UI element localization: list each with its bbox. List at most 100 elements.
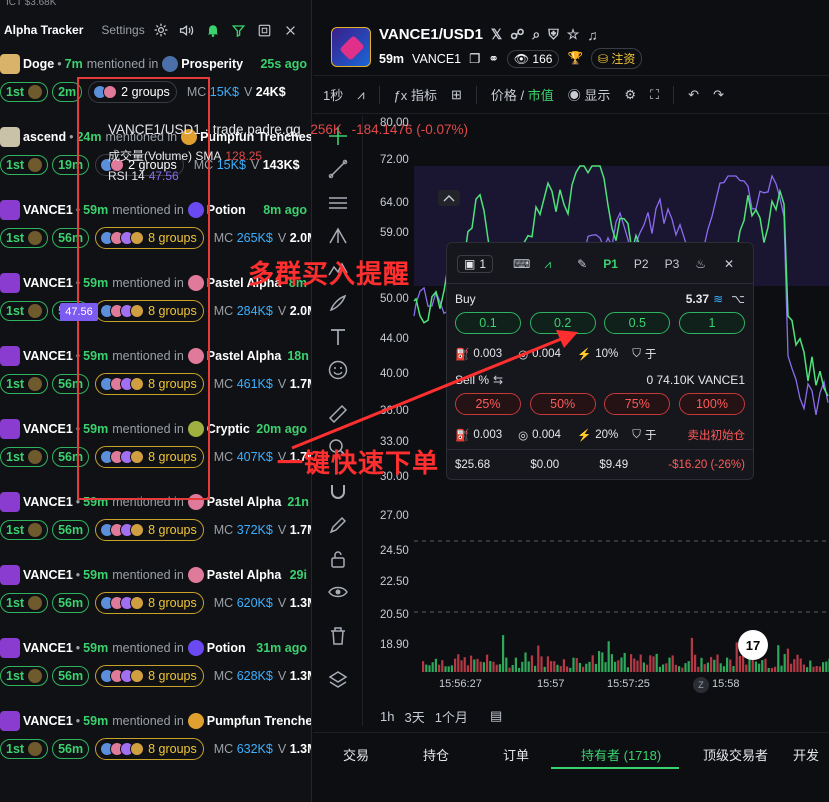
tab-count-button[interactable]: ▣ 1 xyxy=(457,255,494,273)
rank-pill[interactable]: 1st xyxy=(0,374,49,394)
close-icon[interactable] xyxy=(281,20,301,40)
keyboard-icon[interactable]: ⌨ xyxy=(513,257,530,271)
groups-pill[interactable]: 8 groups xyxy=(95,592,204,614)
sell-75-button[interactable]: 75% xyxy=(604,393,671,415)
groups-pill[interactable]: 8 groups xyxy=(95,519,204,541)
ruler-icon[interactable] xyxy=(324,400,352,428)
feed-item[interactable]: VANCE1 • 59m mentioned in Pastel Alpha 2… xyxy=(0,488,311,561)
token-name[interactable]: VANCE1 xyxy=(23,568,73,582)
token-name[interactable]: VANCE1 xyxy=(23,276,73,290)
group-name[interactable]: Pastel Alpha xyxy=(207,495,282,509)
groups-pill[interactable]: 8 groups xyxy=(95,665,204,687)
tab-holders[interactable]: 持有者 (1718) xyxy=(581,745,661,764)
trash-icon[interactable] xyxy=(324,622,352,650)
star-icon[interactable]: ☆ xyxy=(567,26,580,43)
rank-pill[interactable]: 1st xyxy=(0,155,49,175)
x-twitter-icon[interactable]: 𝕏 xyxy=(491,26,502,43)
range-3d[interactable]: 3天 xyxy=(404,707,424,726)
emoji-icon[interactable] xyxy=(324,356,352,384)
trophy-icon[interactable]: 🏆 xyxy=(567,51,583,66)
sell-25-button[interactable]: 25% xyxy=(455,393,521,415)
fullscreen-icon[interactable]: ⛶ xyxy=(650,87,659,103)
feed-item[interactable]: VANCE1 • 59m mentioned in Potion 31m ago… xyxy=(0,634,311,707)
search-icon[interactable]: ⌕ xyxy=(532,26,540,43)
redo-icon[interactable]: ↷ xyxy=(713,87,724,103)
groups-pill[interactable]: 8 groups xyxy=(95,446,204,468)
filter-icon[interactable] xyxy=(229,20,249,40)
token-name[interactable]: ascend xyxy=(23,130,66,144)
groups-pill[interactable]: 8 groups xyxy=(95,227,204,249)
display-button[interactable]: ◉ 显示 xyxy=(568,85,611,104)
groups-pill[interactable]: 8 groups xyxy=(95,300,204,322)
wallet-icon[interactable]: ⌥ xyxy=(731,292,745,306)
preset-p1[interactable]: P1 xyxy=(603,257,618,271)
fire-icon[interactable]: ♨ xyxy=(695,257,706,271)
buy-0-1-button[interactable]: 0.1 xyxy=(455,312,521,334)
layers-icon[interactable] xyxy=(324,666,352,694)
sell-100-button[interactable]: 100% xyxy=(678,393,745,415)
range-1h[interactable]: 1h xyxy=(380,709,394,724)
tab-orders[interactable]: 订单 xyxy=(503,745,529,764)
rank-pill[interactable]: 1st xyxy=(0,520,49,540)
rank-pill[interactable]: 1st xyxy=(0,666,49,686)
swap-icon[interactable]: ⇆ xyxy=(493,373,503,387)
sell-initial-button[interactable]: 卖出初始仓 xyxy=(688,427,746,443)
token-name[interactable]: VANCE1 xyxy=(23,714,73,728)
rank-pill[interactable]: 1st xyxy=(0,228,49,248)
tab-dev[interactable]: 开发 xyxy=(793,745,819,764)
buy-0-5-button[interactable]: 0.5 xyxy=(604,312,671,334)
group-name[interactable]: Potion xyxy=(207,641,246,655)
pencil-lock-icon[interactable] xyxy=(324,511,352,539)
tab-top-traders[interactable]: 顶级交易者 xyxy=(703,745,768,764)
group-name[interactable]: Pastel Alpha xyxy=(207,349,282,363)
settings-link[interactable]: Settings xyxy=(101,23,144,37)
groups-pill[interactable]: 2 groups xyxy=(88,81,177,103)
pitchfork-icon[interactable] xyxy=(324,222,352,250)
bell-icon[interactable] xyxy=(203,20,223,40)
timezone-badge[interactable]: Z xyxy=(693,677,709,693)
lock-icon[interactable] xyxy=(324,545,352,573)
feed-item[interactable]: VANCE1 • 59m mentioned in Pumpfun Trench… xyxy=(0,707,311,780)
buy-1-button[interactable]: 1 xyxy=(678,312,745,334)
token-name[interactable]: VANCE1 xyxy=(23,422,73,436)
token-name[interactable]: Doge xyxy=(23,57,54,71)
feed-item[interactable]: VANCE1 • 59m mentioned in Pastel Alpha 1… xyxy=(0,342,311,415)
group-name[interactable]: Pumpfun Trenches xyxy=(207,714,311,728)
brush-icon[interactable] xyxy=(324,289,352,317)
trendline-icon[interactable] xyxy=(324,155,352,183)
text-tool-icon[interactable] xyxy=(324,323,352,351)
undo-icon[interactable]: ↶ xyxy=(688,87,699,103)
edit-icon[interactable]: ✎ xyxy=(577,257,587,271)
group-name[interactable]: Cryptic xyxy=(207,422,250,436)
rank-pill[interactable]: 1st xyxy=(0,739,49,759)
token-name[interactable]: VANCE1 xyxy=(23,349,73,363)
group-name[interactable]: Potion xyxy=(207,203,246,217)
groups-pill[interactable]: 8 groups xyxy=(95,373,204,395)
groups-pill[interactable]: 8 groups xyxy=(95,738,204,760)
copy-icon[interactable]: ❐ xyxy=(469,51,480,66)
inject-badge[interactable]: ⛁ 注资 xyxy=(591,48,643,69)
price-mc-toggle[interactable]: 价格 / 市值 xyxy=(491,85,554,104)
token-name[interactable]: VANCE1 xyxy=(23,203,73,217)
feed-item[interactable]: Doge • 7m mentioned in Prosperity 25s ag… xyxy=(0,50,311,123)
preset-p3[interactable]: P3 xyxy=(665,257,680,271)
speaker-icon[interactable] xyxy=(177,20,197,40)
settings-sliders-icon[interactable]: ⚙ xyxy=(624,87,636,103)
alert-icon[interactable]: ♫ xyxy=(587,27,598,43)
group-name[interactable]: Pastel Alpha xyxy=(207,568,282,582)
visibility-icon[interactable] xyxy=(324,578,352,606)
horizontal-lines-icon[interactable] xyxy=(324,189,352,217)
buy-0-2-button[interactable]: 0.2 xyxy=(529,312,596,334)
rank-pill[interactable]: 1st xyxy=(0,82,49,102)
rank-pill[interactable]: 1st xyxy=(0,447,49,467)
rank-pill[interactable]: 1st xyxy=(0,593,49,613)
pump-icon[interactable]: ☍ xyxy=(510,26,524,43)
chart-mode-icon[interactable]: ⩘ xyxy=(544,257,551,272)
magnet-icon[interactable] xyxy=(324,478,352,506)
shield-icon[interactable]: ⛨ xyxy=(548,26,559,43)
indicators-button[interactable]: ƒx 指标 xyxy=(394,85,437,104)
window-icon[interactable] xyxy=(255,20,275,40)
feed-item[interactable]: VANCE1 • 59m mentioned in Pastel Alpha 2… xyxy=(0,561,311,634)
token-name[interactable]: VANCE1 xyxy=(23,641,73,655)
link-icon[interactable]: ⚭ xyxy=(488,51,498,66)
